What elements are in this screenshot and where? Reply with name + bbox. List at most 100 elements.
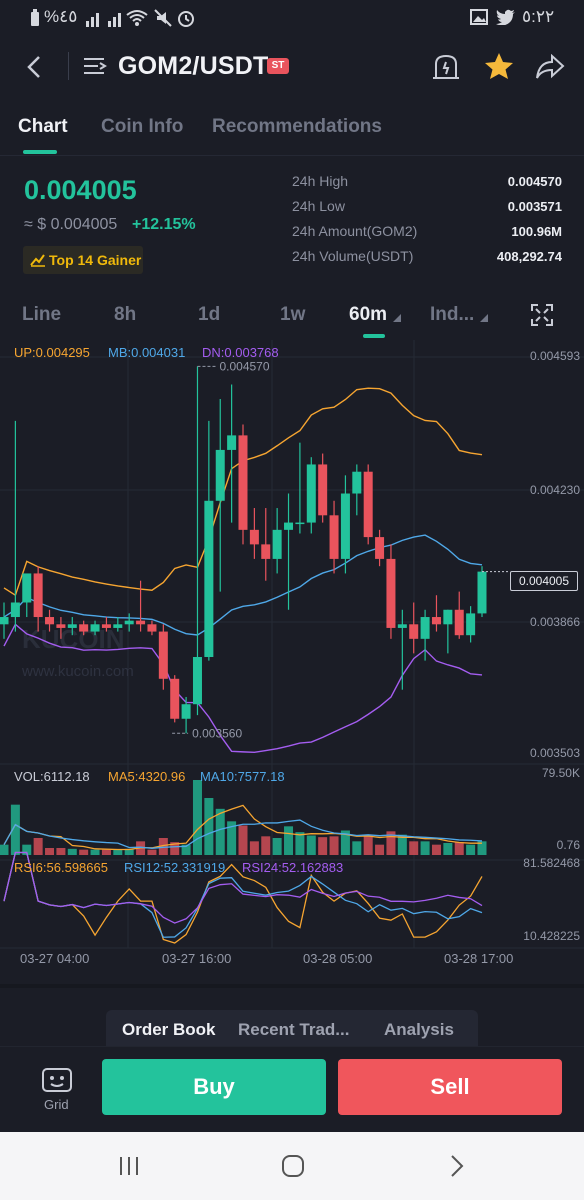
volume-bar	[192, 780, 202, 855]
volume-bar	[454, 842, 464, 855]
volume-bar	[466, 844, 476, 855]
volume-bar	[420, 841, 430, 855]
menu-icon[interactable]	[84, 56, 108, 76]
rsi-axis-bottom: 10.428225	[523, 929, 580, 943]
candle-body	[79, 624, 89, 632]
candle-body	[318, 464, 328, 516]
volume-bar	[0, 844, 9, 855]
ma10-label: MA10:7577.18	[200, 769, 285, 784]
volume-bar	[318, 837, 328, 855]
tab-recent-trades[interactable]: Recent Trad...	[238, 1020, 349, 1040]
vol-label: VOL:6112.18	[14, 769, 90, 784]
rsi6-label: RSI6:56.598665	[14, 860, 108, 875]
tab-coin-info[interactable]: Coin Info	[101, 116, 183, 138]
vol-axis-bottom: 0.76	[556, 838, 580, 852]
home-icon[interactable]	[281, 1154, 305, 1178]
volume-bar	[363, 834, 373, 855]
candle-body	[0, 617, 9, 625]
fullscreen-icon[interactable]	[530, 303, 554, 327]
candle-body	[101, 624, 111, 628]
volume-bar	[113, 849, 123, 855]
volume-bar	[238, 825, 248, 855]
last-price: 0.004005	[24, 175, 137, 205]
divider	[68, 52, 69, 80]
y-axis-label: 0.003866	[529, 615, 580, 629]
candle-body	[284, 522, 294, 530]
grid-bot-icon[interactable]	[41, 1067, 73, 1095]
top-bar: GOM2/USDT ST	[0, 36, 584, 100]
kline-chart[interactable]: KUCOIN www.kucoin.com 0.004570 0.003560	[0, 340, 584, 980]
candle-body	[375, 537, 385, 559]
interval-1d[interactable]: 1d	[198, 304, 220, 326]
candle-body	[136, 620, 146, 625]
share-icon[interactable]	[535, 54, 565, 80]
candle-body	[158, 631, 168, 679]
tab-chart[interactable]: Chart	[18, 116, 68, 138]
interval-line[interactable]: Line	[22, 304, 61, 326]
candle-body	[227, 435, 237, 450]
wifi-icon	[126, 10, 148, 26]
interval-underline	[363, 334, 385, 338]
sell-button[interactable]: Sell	[338, 1059, 562, 1115]
candle-body	[147, 624, 157, 632]
favorite-star-icon[interactable]	[484, 52, 514, 80]
pair-title[interactable]: GOM2/USDT	[118, 52, 268, 81]
candle-body	[352, 471, 362, 494]
tab-recommendations[interactable]: Recommendations	[212, 116, 382, 138]
candle-body	[67, 624, 77, 628]
candle-body	[329, 515, 339, 559]
candle-body	[340, 493, 350, 559]
volume-bar	[249, 841, 259, 855]
candle-body	[181, 704, 191, 719]
dropdown-triangle-icon	[393, 314, 401, 322]
trend-up-icon	[30, 254, 45, 267]
candle-body	[22, 573, 32, 603]
volume-bar	[56, 848, 66, 855]
candle-body	[272, 529, 282, 559]
volume-bar	[215, 808, 225, 855]
alarm-icon	[178, 11, 194, 27]
interval-8h[interactable]: 8h	[114, 304, 136, 326]
stat-label-low: 24h Low	[292, 198, 345, 214]
candle-body	[33, 573, 43, 618]
alert-bell-icon[interactable]	[432, 52, 460, 82]
boll-up-label: UP:0.004295	[14, 345, 90, 360]
candle-body	[295, 522, 305, 525]
volume-bar	[33, 838, 43, 855]
stat-label-amount: 24h Amount(GOM2)	[292, 223, 418, 239]
time-label: 03-28 05:00	[303, 951, 373, 966]
stat-value-volume: 408,292.74	[496, 249, 562, 264]
low-marker-label: 0.003560	[192, 726, 242, 740]
top-gainer-badge[interactable]: Top 14 Gainer	[23, 246, 143, 274]
candle-body	[306, 464, 316, 523]
time-label: 03-27 16:00	[162, 951, 232, 966]
clock: ٥:٢٢	[522, 7, 555, 26]
tab-order-book[interactable]: Order Book	[122, 1020, 216, 1040]
grid-label[interactable]: Grid	[44, 1097, 69, 1112]
interval-60m[interactable]: 60m	[349, 304, 387, 326]
volume-bar	[147, 849, 157, 855]
back-icon[interactable]	[24, 54, 44, 80]
recent-apps-icon[interactable]	[118, 1155, 140, 1177]
rsi-axis-top: 81.582468	[523, 856, 580, 870]
volume-bar	[79, 849, 89, 855]
candle-body	[261, 544, 271, 559]
book-tabs: Order Book Recent Trad... Analysis	[106, 1010, 478, 1046]
interval-indicators[interactable]: Ind...	[430, 304, 474, 326]
buy-button[interactable]: Buy	[102, 1059, 326, 1115]
interval-1w[interactable]: 1w	[280, 304, 305, 326]
back-nav-icon[interactable]	[449, 1154, 465, 1178]
candle-body	[409, 624, 419, 639]
tab-analysis[interactable]: Analysis	[384, 1020, 454, 1040]
vol-axis-top: 79.50K	[541, 766, 580, 780]
candle-body	[90, 624, 100, 632]
mute-icon	[154, 9, 172, 27]
candle-body	[397, 624, 407, 628]
volume-bar	[284, 826, 294, 855]
watermark: KUCOIN www.kucoin.com	[21, 624, 134, 680]
candle-body	[386, 558, 396, 628]
y-axis-label: 0.004593	[529, 349, 580, 363]
gallery-icon	[470, 9, 488, 25]
candle-body	[124, 620, 134, 625]
time-label: 03-28 17:00	[444, 951, 514, 966]
